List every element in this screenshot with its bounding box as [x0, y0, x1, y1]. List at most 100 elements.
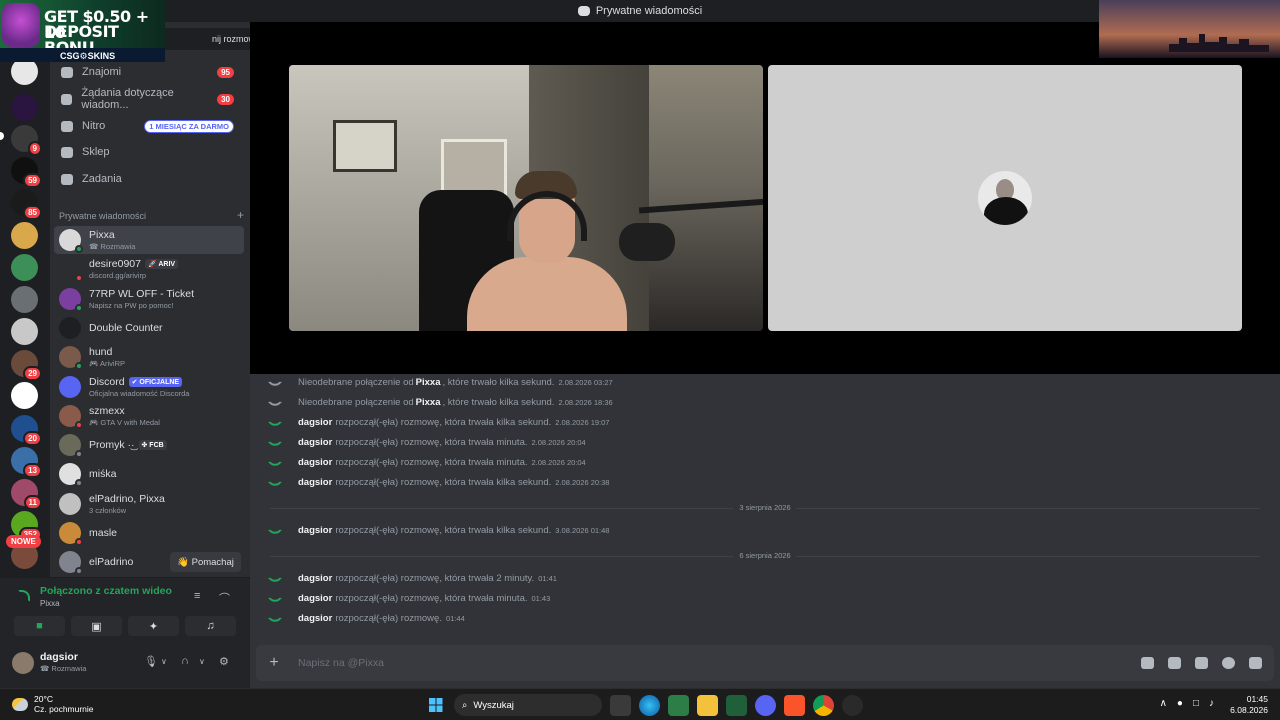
mic-tray-icon[interactable]: ●	[1177, 698, 1183, 709]
video-tile-remote[interactable]	[289, 65, 763, 331]
camera-button[interactable]: ■	[14, 616, 65, 636]
message-author[interactable]: dagsior	[298, 417, 332, 428]
apps-icon[interactable]	[1249, 657, 1262, 669]
excel-icon[interactable]	[726, 694, 747, 716]
dm-item[interactable]: szmexx 🎮 GTA V with Medal	[54, 402, 244, 430]
server-icon[interactable]: 11	[11, 479, 42, 510]
nav-friends[interactable]: Znajomi 95	[54, 59, 244, 85]
weather-desc: Cz. pochmurnie	[34, 704, 94, 714]
user-avatar[interactable]	[12, 652, 34, 674]
dm-item[interactable]: hund 🎮 AriviRP	[54, 343, 244, 371]
signal-icon[interactable]	[18, 590, 30, 602]
dm-item[interactable]: Double Counter	[54, 314, 244, 342]
dm-item[interactable]: masle	[54, 519, 244, 547]
sticker-icon[interactable]	[1195, 657, 1208, 669]
dm-item[interactable]: Discord ✔ OFICJALNE Oficjalna wiadomość Di…	[54, 373, 244, 401]
dm-item[interactable]: Promyk ·͜· ✤ FCB	[54, 431, 244, 459]
volume-icon[interactable]: ♪	[1209, 698, 1214, 709]
discord-taskbar-icon[interactable]	[755, 694, 776, 716]
message-author[interactable]: Pixxa	[416, 377, 441, 388]
nav-shop[interactable]: Sklep	[54, 139, 244, 165]
server-icon[interactable]	[11, 382, 38, 409]
headphones-icon[interactable]: ∩	[181, 655, 189, 667]
message-author[interactable]: dagsior	[298, 573, 332, 584]
nav-nitro[interactable]: Nitro 1 MIESIĄC ZA DARMO	[54, 113, 244, 139]
nav-quests[interactable]: Zadania	[54, 166, 244, 192]
message-author[interactable]: dagsior	[298, 437, 332, 448]
server-icon[interactable]: 29	[11, 350, 42, 381]
server-icon[interactable]	[11, 94, 38, 121]
dm-item[interactable]: miśka	[54, 460, 244, 488]
noise-suppression-icon[interactable]: ≡	[194, 590, 200, 602]
server-icon[interactable]	[11, 286, 38, 313]
username[interactable]: dagsior	[40, 651, 78, 663]
ad-banner[interactable]: GET $0.50 + 10 DEPOSIT BONU CSG⚙SKINS	[0, 0, 165, 62]
message-author[interactable]: dagsior	[298, 457, 332, 468]
attach-button[interactable]: +	[256, 654, 292, 672]
server-icon[interactable]	[11, 58, 38, 85]
video-tile-local[interactable]	[768, 65, 1242, 331]
server-icon[interactable]	[11, 254, 38, 281]
message-author[interactable]: Pixxa	[416, 397, 441, 408]
user-status: ☎ Rozmawia	[40, 664, 87, 673]
soundboard-button[interactable]: ♫	[185, 616, 236, 636]
chevron-down-icon[interactable]: ∨	[199, 657, 205, 666]
message-author[interactable]: dagsior	[298, 613, 332, 624]
microphone-icon[interactable]: 🎙︎	[144, 655, 158, 668]
server-icon[interactable]: 352	[11, 511, 42, 542]
file-explorer-icon[interactable]	[697, 694, 718, 716]
voice-status-title[interactable]: Połączono z czatem wideo	[40, 585, 172, 597]
server-rail: 9 59 85 29 20 13 11 352	[0, 22, 50, 577]
screen-share-button[interactable]: ▣	[71, 616, 122, 636]
server-icon[interactable]: 9	[11, 125, 42, 156]
chrome-icon[interactable]	[813, 694, 834, 716]
clock[interactable]: 01:45 6.08.2026	[1230, 694, 1268, 716]
system-tray: ∧ ● □ ♪	[1160, 698, 1214, 709]
brave-icon[interactable]	[784, 694, 805, 716]
wave-button[interactable]: 👋 Pomachaj	[170, 552, 241, 572]
server-icon[interactable]: 13	[11, 447, 42, 478]
server-icon[interactable]: 59	[11, 157, 42, 188]
server-icon[interactable]: 20	[11, 415, 42, 446]
start-button[interactable]	[425, 695, 446, 716]
conversation-search[interactable]: nij rozmowę	[158, 28, 250, 50]
chevron-down-icon[interactable]: ∨	[161, 657, 167, 666]
mail-icon	[61, 93, 73, 105]
taskbar-search[interactable]: ⌕ Wyszukaj	[454, 694, 602, 716]
server-icon[interactable]	[11, 222, 38, 249]
activities-button[interactable]: ✦	[128, 616, 179, 636]
network-icon[interactable]: □	[1193, 698, 1199, 709]
gear-icon[interactable]: ⚙	[219, 655, 229, 668]
message-composer[interactable]: + Napisz na @Pixxa	[256, 645, 1274, 681]
dm-text: Pixxa ☎ Rozmawia	[89, 229, 135, 251]
presence-indicator	[75, 421, 83, 429]
voice-channel-name[interactable]: Pixxa	[40, 599, 60, 608]
dm-tag: ✔ OFICJALNE	[128, 377, 183, 387]
nav-message-requests[interactable]: Żądania dotyczące wiadom... 30	[54, 86, 244, 112]
app-icon[interactable]	[842, 694, 863, 716]
gift-icon[interactable]	[1141, 657, 1154, 669]
message-author[interactable]: dagsior	[298, 477, 332, 488]
server-icon[interactable]: 85	[11, 189, 42, 220]
create-dm-button[interactable]: +	[237, 208, 244, 222]
chevron-up-icon[interactable]: ∧	[1160, 698, 1167, 709]
new-servers-badge[interactable]: NOWE	[6, 535, 41, 548]
task-view-icon[interactable]	[610, 694, 631, 716]
message-author[interactable]: dagsior	[298, 525, 332, 536]
mention-badge: 11	[23, 495, 42, 510]
store-icon[interactable]	[668, 694, 689, 716]
server-icon[interactable]	[11, 318, 38, 345]
emoji-icon[interactable]	[1222, 657, 1235, 669]
window-title: Prywatne wiadomości	[595, 5, 703, 17]
weather-widget[interactable]: 20°C Cz. pochmurnie	[12, 694, 94, 714]
dm-item[interactable]: elPadrino, Pixxa 3 członków	[54, 490, 244, 518]
gif-icon[interactable]	[1168, 657, 1181, 669]
message-author[interactable]: dagsior	[298, 593, 332, 604]
disconnect-icon[interactable]: ⌒	[219, 590, 230, 606]
weather-temp: 20°C	[34, 694, 53, 704]
dm-item[interactable]: desire0907 🚀 ARIV discord.gg/arivirp	[54, 255, 244, 283]
dm-item[interactable]: Pixxa ☎ Rozmawia	[54, 226, 244, 254]
message-input[interactable]: Napisz na @Pixxa	[298, 657, 384, 669]
dm-item[interactable]: 77RP WL OFF - Ticket Napisz na PW po pomo…	[54, 285, 244, 313]
edge-icon[interactable]	[639, 694, 660, 716]
